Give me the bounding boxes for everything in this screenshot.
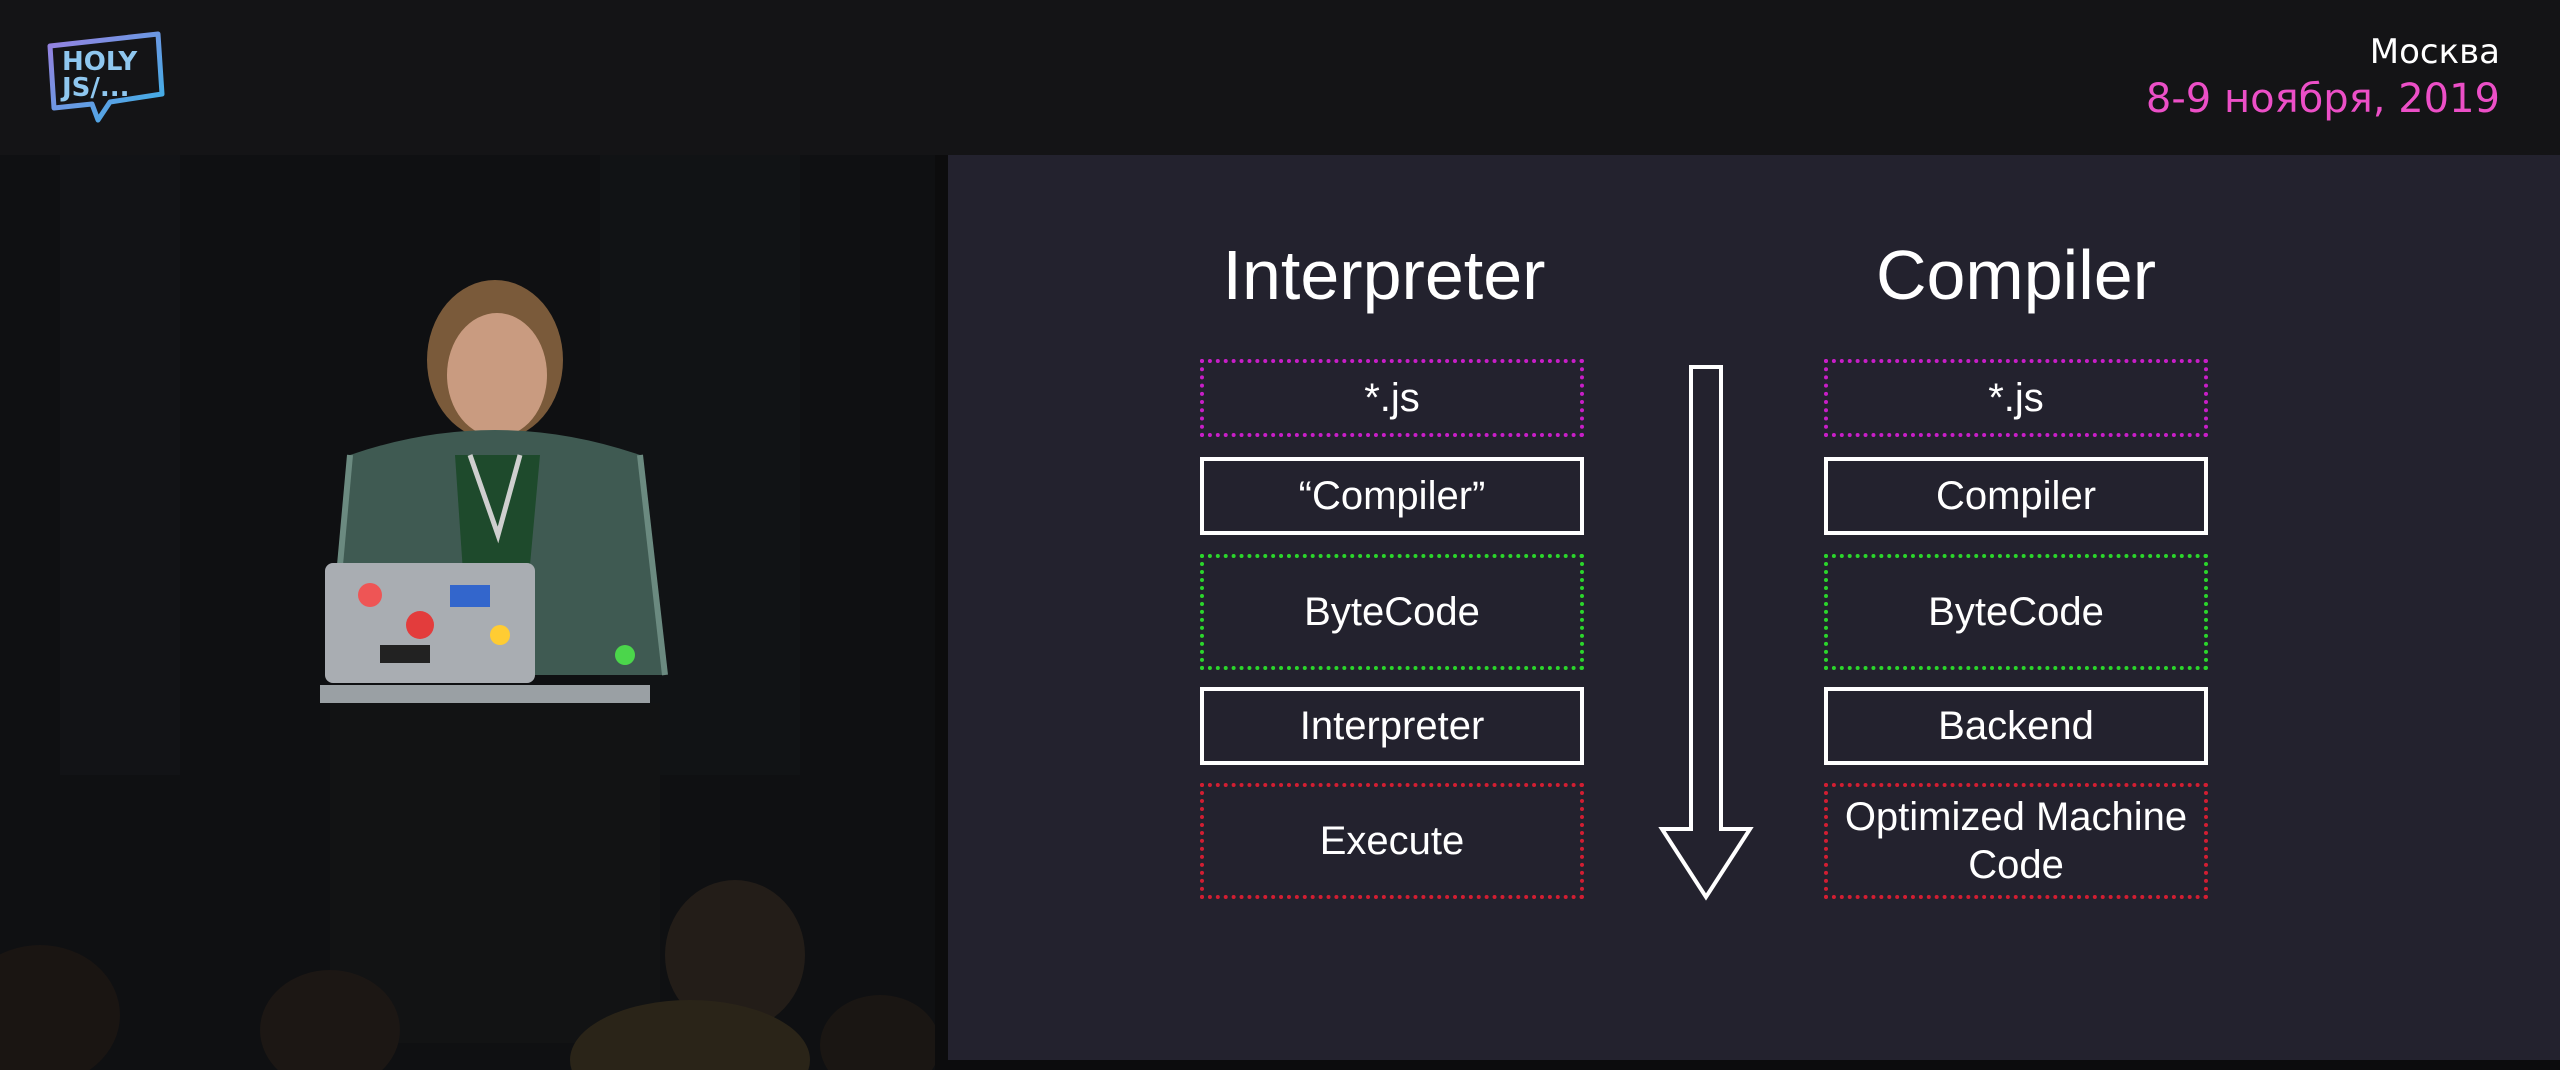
svg-text:JS/...: JS/... — [60, 73, 130, 103]
interpreter-step-compiler: “Compiler” — [1200, 457, 1584, 535]
event-city: Москва — [2369, 32, 2500, 72]
event-info: Москва 8-9 ноября, 2019 — [2146, 32, 2500, 124]
compiler-step-source: *.js — [1824, 359, 2208, 437]
compiler-step-machine-code: Optimized Machine Code — [1824, 783, 2208, 899]
panel-divider — [935, 155, 948, 1070]
compiler-step-backend: Backend — [1824, 687, 2208, 765]
conference-video-frame: HOLY JS/... Москва 8-9 ноября, 2019 Inte… — [0, 0, 2560, 1070]
interpreter-column-title: Interpreter — [1222, 236, 1546, 314]
interpreter-step-bytecode: ByteCode — [1200, 554, 1584, 670]
interpreter-step-interpreter: Interpreter — [1200, 687, 1584, 765]
compiler-step-compiler: Compiler — [1824, 457, 2208, 535]
interpreter-step-source: *.js — [1200, 359, 1584, 437]
compiler-column-title: Compiler — [1875, 236, 2157, 314]
speaker-scene — [0, 155, 935, 1070]
holyjs-logo: HOLY JS/... — [47, 31, 165, 123]
event-dates: 8-9 ноября, 2019 — [2145, 76, 2500, 122]
compiler-step-bytecode: ByteCode — [1824, 554, 2208, 670]
conference-header: HOLY JS/... Москва 8-9 ноября, 2019 — [0, 0, 2560, 155]
interpreter-step-execute: Execute — [1200, 783, 1584, 899]
arrow-down-icon — [1658, 365, 1754, 901]
bottom-strip — [935, 1060, 2560, 1070]
presentation-slide: Interpreter Compiler *.js “Compiler” Byt… — [948, 155, 2560, 1060]
speaker-video — [0, 155, 935, 1070]
